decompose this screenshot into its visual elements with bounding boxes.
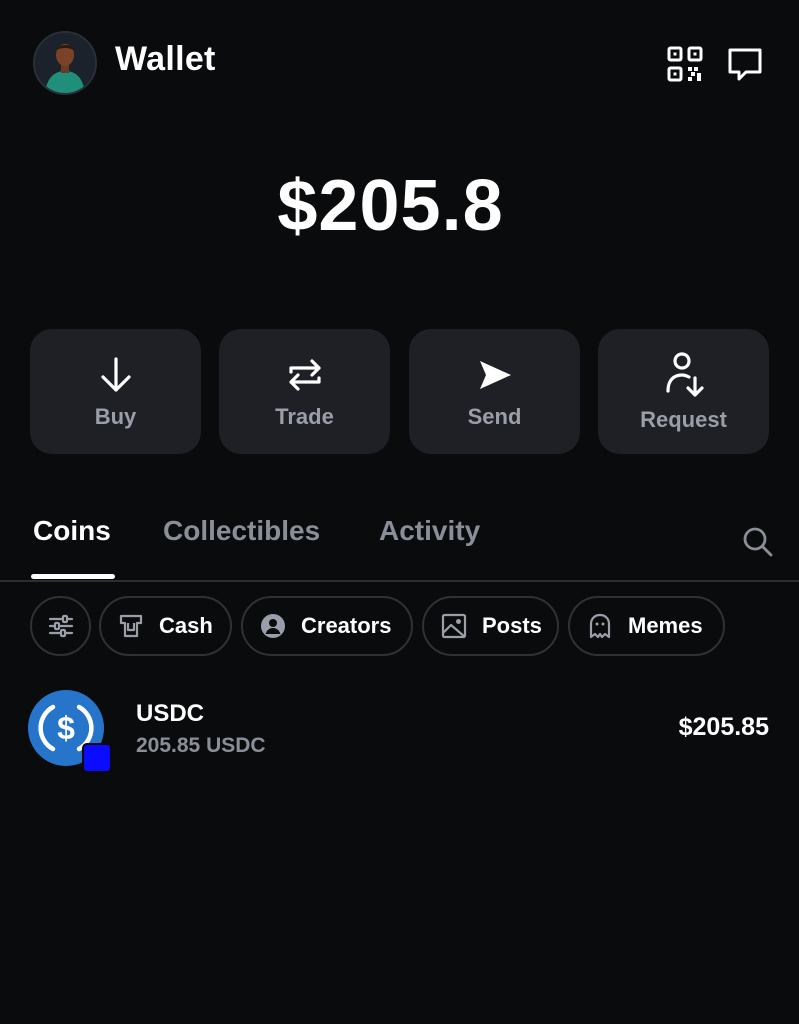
qr-code-icon[interactable] [666, 45, 704, 83]
filter-posts-label: Posts [482, 613, 542, 638]
tab-collectibles[interactable]: Collectibles [163, 515, 320, 547]
tab-activity[interactable]: Activity [379, 515, 480, 547]
coin-value: $205.85 [678, 713, 769, 741]
send-button[interactable]: Send [409, 329, 580, 454]
send-label: Send [467, 404, 522, 429]
request-label: Request [640, 407, 727, 432]
trade-button[interactable]: Trade [219, 329, 390, 454]
buy-button[interactable]: Buy [30, 329, 201, 454]
svg-text:$: $ [57, 710, 75, 746]
page-title: Wallet [115, 40, 216, 78]
balance-total: $205.8 [277, 166, 504, 246]
filter-memes-label: Memes [628, 613, 703, 638]
filter-cash-label: Cash [159, 613, 213, 638]
user-avatar-icon [35, 33, 95, 93]
buy-label: Buy [94, 404, 137, 429]
filter-memes-chip[interactable]: Memes [568, 596, 725, 656]
cash-icon [117, 612, 145, 640]
trade-label: Trade [275, 404, 334, 429]
coin-name: USDC [136, 700, 205, 727]
filter-creators-label: Creators [301, 613, 392, 638]
active-tab-indicator [31, 574, 115, 579]
person-circle-icon [259, 612, 287, 640]
tab-coins[interactable]: Coins [33, 515, 111, 547]
search-icon[interactable] [738, 522, 778, 562]
coin-amount: 205.85 USDC [136, 734, 266, 757]
filter-settings-chip[interactable] [30, 596, 91, 656]
sliders-icon [47, 612, 75, 640]
image-icon [440, 612, 468, 640]
person-arrow-down-icon [598, 351, 769, 399]
paper-plane-icon [409, 355, 580, 395]
chat-bubble-icon[interactable] [726, 45, 764, 83]
header: Wallet [0, 0, 799, 130]
filter-posts-chip[interactable]: Posts [422, 596, 559, 656]
tab-bar: Coins Collectibles Activity [0, 500, 799, 582]
avatar[interactable] [33, 31, 97, 95]
arrow-down-icon [30, 355, 201, 395]
action-buttons: Buy Trade Send Request [30, 329, 769, 454]
swap-arrows-icon [219, 355, 390, 395]
request-button[interactable]: Request [598, 329, 769, 454]
ghost-icon [586, 612, 614, 640]
filter-cash-chip[interactable]: Cash [99, 596, 232, 656]
list-item[interactable]: $ USDC 205.85 USDC $205.85 [0, 686, 799, 776]
filter-creators-chip[interactable]: Creators [241, 596, 413, 656]
network-badge [82, 743, 112, 773]
